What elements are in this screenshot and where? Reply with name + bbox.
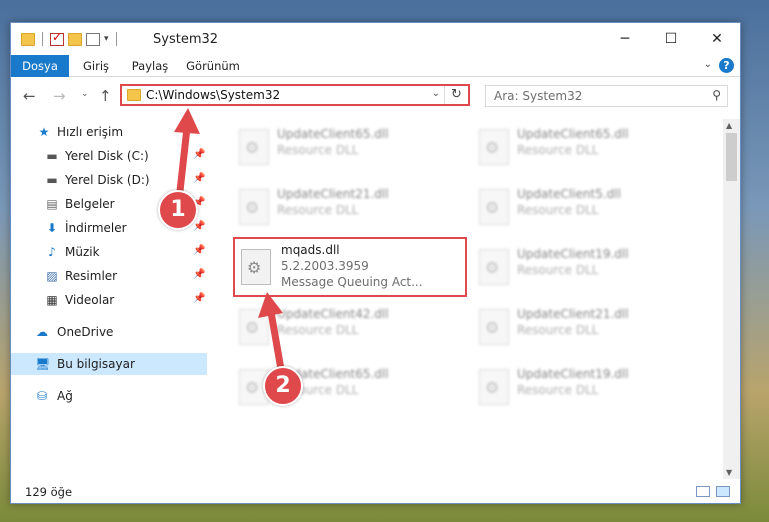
step-2-marker: 2 [263, 366, 303, 406]
arrow-head-2 [258, 292, 283, 318]
step-1-marker: 1 [158, 190, 198, 230]
annotation-arrows [174, 108, 286, 379]
arrow-head-1 [174, 108, 200, 134]
